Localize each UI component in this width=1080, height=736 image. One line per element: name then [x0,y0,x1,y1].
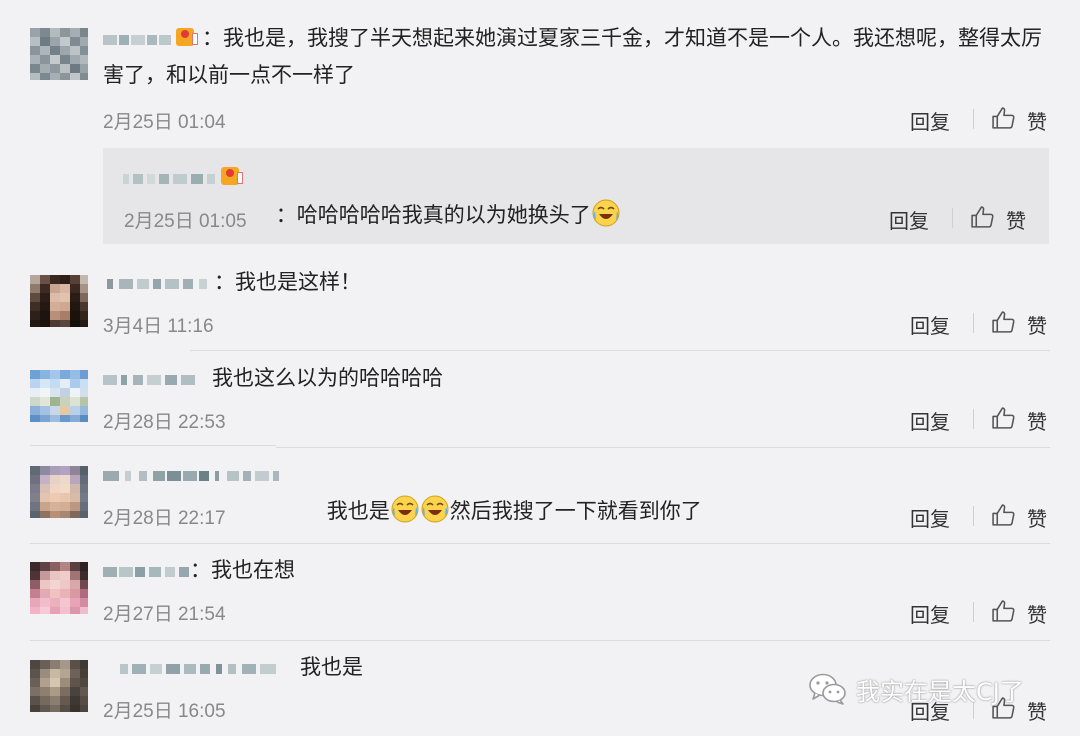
watermark-text: 我实在是太CJ了 [856,678,1024,706]
like-button[interactable]: 赞 [1027,503,1047,532]
vip-badge-icon [219,163,245,189]
row-divider [190,350,1050,351]
row-divider [30,640,1050,641]
comment-text: ：我也是，我搜了半天想起来她演过夏家三千金，才知道不是一个人。我还想呢，整得太厉… [103,26,1042,87]
avatar[interactable] [30,466,88,518]
thumbs-up-icon[interactable] [991,503,1016,528]
thumbs-up-icon[interactable] [991,106,1016,131]
divider [973,506,974,526]
username-blurred[interactable] [120,655,280,681]
comment-text: 我也是 [300,655,363,679]
divider [973,409,974,429]
avatar[interactable] [30,660,88,712]
comment-text: ：哈哈哈哈哈我真的以为她换头了 [249,160,621,271]
wechat-icon [809,673,846,705]
divider [973,313,974,333]
username-blurred[interactable] [107,270,217,296]
like-button[interactable]: 赞 [1027,406,1047,435]
avatar[interactable] [30,370,88,422]
sub-reply: ：哈哈哈哈哈我真的以为她换头了 2月25日 01:05 回复 赞 [103,148,1049,244]
reply-button[interactable]: 回复 [910,599,950,628]
comment-timestamp: 3月4日 11:16 [103,316,214,337]
laugh-cry-emoji [591,198,621,228]
row-divider [276,447,1050,448]
comment-timestamp: 2月25日 16:05 [103,701,226,722]
comment-timestamp: 2月25日 01:05 [124,211,247,232]
laugh-cry-emoji [390,494,420,524]
avatar[interactable] [30,275,88,327]
username-blurred[interactable] [123,165,215,191]
reply-button[interactable]: 回复 [910,406,950,435]
avatar[interactable] [30,28,88,80]
reply-button[interactable]: 回复 [910,503,950,532]
row-divider [30,543,1050,544]
thumbs-up-icon[interactable] [991,599,1016,624]
comment-timestamp: 2月28日 22:53 [103,412,226,433]
username-blurred[interactable] [103,558,189,584]
like-button[interactable]: 赞 [1027,599,1047,628]
like-button[interactable]: 赞 [1027,106,1047,135]
sub-reply-text: ：哈哈哈哈哈我真的以为她换头了 [275,203,591,227]
avatar[interactable] [30,562,88,614]
thumbs-up-icon[interactable] [970,205,995,230]
comment-text-part: 然后我搜了一下就看到你了 [449,499,702,523]
laugh-cry-emoji [420,494,450,524]
comment-text: ：我也在想 [190,558,295,582]
comment-text: 我也这么以为的哈哈哈哈 [212,366,443,390]
comment-timestamp: 2月28日 22:17 [103,508,226,529]
comment-timestamp: 2月27日 21:54 [103,604,226,625]
username-blurred[interactable] [103,462,279,488]
reply-button[interactable]: 回复 [910,310,950,339]
like-button[interactable]: 赞 [1027,696,1047,725]
reply-button[interactable]: 回复 [889,205,929,234]
comment-timestamp: 2月25日 01:04 [103,112,226,133]
username-blurred[interactable] [103,366,195,392]
divider [973,109,974,129]
thumbs-up-icon[interactable] [991,406,1016,431]
comment-text-part: 我也是 [326,499,390,523]
row-divider [30,445,276,446]
comment-text: ：我也是这样！ [214,270,361,294]
thumbs-up-icon[interactable] [991,310,1016,335]
divider [952,208,953,228]
divider [973,602,974,622]
like-button[interactable]: 赞 [1027,310,1047,339]
comment-text: 我也是 然后我搜了一下就看到你了 [300,456,702,567]
like-button[interactable]: 赞 [1006,205,1026,234]
reply-button[interactable]: 回复 [910,106,950,135]
